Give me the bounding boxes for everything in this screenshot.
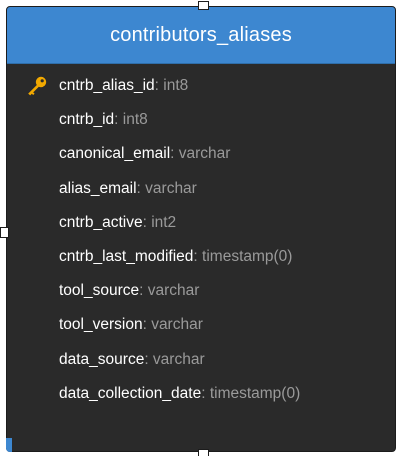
- column-name: data_source: [59, 350, 145, 368]
- connection-handle-left[interactable]: [0, 227, 9, 238]
- column-row[interactable]: tool_source: varchar: [7, 274, 395, 308]
- column-type: : timestamp(0): [193, 248, 293, 266]
- column-type: : varchar: [136, 179, 197, 197]
- column-type: : varchar: [142, 316, 203, 334]
- column-type: : timestamp(0): [201, 384, 301, 402]
- column-row[interactable]: canonical_email: varchar: [7, 137, 395, 171]
- column-type: : varchar: [139, 282, 200, 300]
- column-row[interactable]: data_collection_date: timestamp(0): [7, 377, 395, 411]
- column-type: : int2: [142, 213, 177, 231]
- column-type: : varchar: [170, 145, 231, 163]
- column-row[interactable]: cntrb_id: int8: [7, 103, 395, 137]
- column-name: cntrb_id: [59, 111, 115, 129]
- column-name: cntrb_active: [59, 213, 143, 231]
- column-row[interactable]: cntrb_active: int2: [7, 206, 395, 240]
- column-name: canonical_email: [59, 145, 171, 163]
- column-name: data_collection_date: [59, 384, 202, 402]
- connection-handle-right[interactable]: [392, 227, 401, 238]
- column-row[interactable]: tool_version: varchar: [7, 308, 395, 342]
- column-row[interactable]: cntrb_last_modified: timestamp(0): [7, 240, 395, 274]
- column-name: tool_version: [59, 316, 143, 334]
- column-name: alias_email: [59, 179, 137, 197]
- key-icon: [28, 76, 47, 96]
- column-row[interactable]: alias_email: varchar: [7, 172, 395, 206]
- table-node[interactable]: contributors_aliases cntrb_alias_id: int…: [6, 6, 396, 452]
- table-title[interactable]: contributors_aliases: [7, 7, 395, 64]
- column-name: tool_source: [59, 282, 140, 300]
- column-type: : varchar: [144, 350, 205, 368]
- column-row-pk[interactable]: cntrb_alias_id: int8: [7, 69, 395, 103]
- column-type: : int8: [154, 77, 189, 95]
- column-name: cntrb_last_modified: [59, 248, 194, 266]
- connection-handle-bottom[interactable]: [198, 449, 209, 456]
- column-name: cntrb_alias_id: [59, 77, 155, 95]
- column-row[interactable]: data_source: varchar: [7, 343, 395, 377]
- column-type: : int8: [114, 111, 148, 129]
- column-list: cntrb_alias_id: int8 cntrb_id: int8 cano…: [7, 69, 395, 411]
- corner-accent: [6, 438, 12, 452]
- connection-handle-top[interactable]: [198, 1, 209, 10]
